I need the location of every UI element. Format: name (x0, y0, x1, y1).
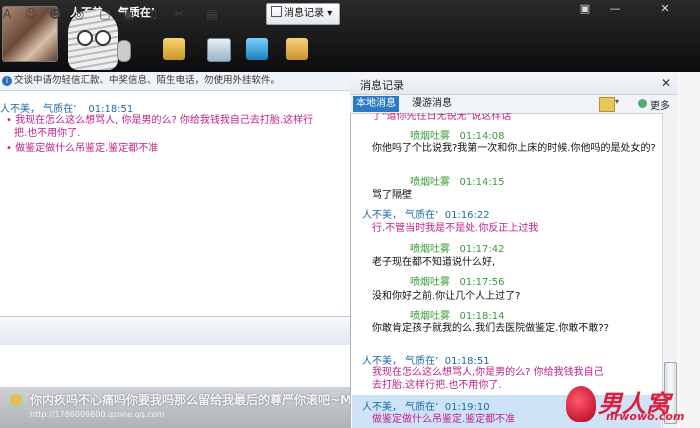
history-message-cut: 了"道你先往日无锐无"说这样话 (372, 113, 512, 122)
message-input[interactable] (0, 345, 350, 387)
watermark-caption: 你内疚吗不心痛吗你要我吗那么留给我最后的尊严你滚吧~MR (30, 393, 362, 407)
history-close-button[interactable]: ✕ (661, 76, 671, 90)
qzone-icon (10, 394, 22, 406)
message-header: 人不美， 气质在’ 01:18:51 (0, 100, 133, 115)
microphone-icon[interactable] (117, 40, 131, 62)
message-line: 把.也不用你了. (14, 128, 81, 139)
magic-emoji-icon[interactable]: ☻ (48, 7, 62, 21)
eye-icon (77, 30, 93, 46)
tab-local-messages[interactable]: 本地消息 (353, 96, 399, 112)
screenshot-scissors-icon[interactable]: ✂ (172, 7, 186, 21)
message-manager-icon[interactable] (599, 97, 615, 112)
history-tabs (350, 95, 678, 114)
chevron-down-icon: ▾ (327, 8, 333, 19)
send-message-icon[interactable] (207, 38, 231, 62)
bullet: • (6, 115, 12, 126)
site-logo-url: nrwowo.com (606, 410, 685, 423)
emoji-icon[interactable]: ☺ (24, 7, 38, 21)
history-entry-header: 喷烟吐雾 01:17:42 (410, 244, 505, 255)
history-message: 你敢肯定孩子就我的么.我们去医院做鉴定.你敢不敢?? (372, 323, 609, 334)
history-panel-title: 消息记录 (360, 79, 404, 92)
history-icon (271, 6, 282, 17)
chat-message: • 做鉴定做什么吊鉴定.鉴定都不准 (6, 142, 346, 155)
notice-text: 交谈中请勿轻信汇款、中奖信息、陌生电话，勿使用外挂软件。 (14, 75, 281, 86)
tab-roaming-messages[interactable]: 漫游消息 (412, 96, 452, 112)
history-entry-header: 人不美， 气质在’ 01:19:10 (362, 402, 490, 413)
shake-icon[interactable]: ◎ (72, 7, 86, 21)
more-icon[interactable] (638, 99, 647, 108)
history-entry-header: 人不美， 气质在’ 01:16:22 (362, 210, 490, 221)
history-button-label: 消息记录 (284, 8, 324, 19)
eye-icon (95, 30, 111, 46)
history-message: 没和你好之前.你让几个人上过了? (372, 291, 521, 302)
image-icon[interactable]: ▣ (122, 7, 136, 21)
watermark-url: http://1786009600.qzone.qq.com (30, 410, 165, 419)
skin-button[interactable]: ▣ (576, 2, 594, 16)
music-icon[interactable]: ♫ (146, 7, 160, 21)
chat-message: • 我现在怎么这么想骂人, 你是男的么? 你给我钱我自己去打胎.这样行 把.也不… (6, 114, 346, 140)
file-transfer-icon[interactable] (163, 38, 185, 60)
close-button[interactable]: ✕ (656, 2, 674, 16)
history-entry-header: 人不美， 气质在’ 01:18:51 (362, 356, 490, 367)
message-line: 做鉴定做什么吊鉴定.鉴定都不准 (15, 143, 159, 154)
chat-message-area[interactable]: 人不美， 气质在’ 01:18:51 • 我现在怎么这么想骂人, 你是男的么? 你… (0, 91, 350, 316)
input-toolbar (0, 316, 350, 345)
history-message: 老子现在都不知道说什么好, (372, 257, 496, 268)
history-entry-header: 喷烟吐雾 01:18:14 (410, 311, 505, 322)
more-button[interactable]: 更多 (650, 97, 670, 112)
message-line: 我现在怎么这么想骂人, 你是男的么? 你给我钱我自己去打胎.这样行 (15, 115, 314, 126)
minimize-button[interactable]: — (606, 2, 624, 16)
history-entry-header: 喷烟吐雾 01:17:56 (410, 277, 505, 288)
history-entry-header: 喷烟吐雾 01:14:08 (410, 131, 505, 142)
history-message: 你他吗了个比说我?我第一次和你上床的时候.你他吗的是处女的? (372, 143, 656, 154)
more-tools-icon[interactable]: ▤ (205, 7, 219, 21)
voice-message-icon[interactable]: ▢ (98, 7, 112, 21)
notebook-icon[interactable] (286, 38, 308, 60)
history-message: 行.不管当时我是不是处.你反正上过我 (372, 223, 539, 234)
message-history-button[interactable]: 消息记录 ▾ (266, 3, 340, 25)
security-notice: i 交谈中请勿轻信汇款、中奖信息、陌生电话，勿使用外挂软件。 (0, 72, 350, 91)
bullet: • (6, 143, 12, 154)
history-entry-header: 喷烟吐雾 01:14:15 (410, 177, 505, 188)
chevron-down-icon[interactable]: ▾ (615, 97, 619, 106)
history-message: 骂了隔壁 (372, 190, 412, 201)
font-icon[interactable]: A (0, 7, 14, 21)
site-logo-icon (566, 386, 596, 422)
remote-desktop-icon[interactable] (246, 38, 268, 60)
info-icon: i (2, 76, 12, 86)
